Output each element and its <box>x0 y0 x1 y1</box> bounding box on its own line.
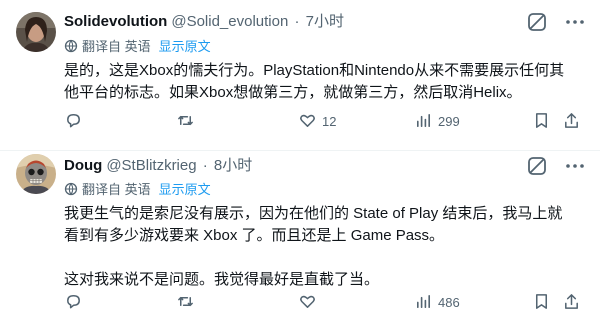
grok-icon[interactable] <box>526 155 548 177</box>
tweet-text: 是的，这是Xbox的懦夫行为。PlayStation和Nintendo从来不需要… <box>64 60 574 104</box>
translation-bar: 翻译自 英语 显示原文 <box>64 38 211 56</box>
share-icon <box>565 113 578 128</box>
show-original-link[interactable]: 显示原文 <box>159 182 211 197</box>
translate-icon <box>64 39 78 53</box>
action-bar: 12 299 <box>64 110 584 134</box>
tweet-text-line: 这对我来说不是问题。我觉得最好是直截了当。 <box>64 271 380 288</box>
more-icon[interactable] <box>564 155 586 177</box>
author-name[interactable]: Solidevolution <box>64 13 167 30</box>
views-count: 486 <box>438 295 460 310</box>
more-icon[interactable] <box>564 11 586 33</box>
retweet-button[interactable] <box>176 110 200 134</box>
translate-icon <box>64 182 78 196</box>
timestamp[interactable]: 7小时 <box>306 13 344 30</box>
tweet-header: Doug @StBlitzkrieg · 8小时 <box>64 156 252 176</box>
views-button[interactable]: 299 <box>414 110 460 134</box>
bookmark-icon <box>535 113 548 128</box>
translation-bar: 翻译自 英语 显示原文 <box>64 181 211 199</box>
retweet-icon <box>178 115 193 126</box>
author-handle[interactable]: @StBlitzkrieg <box>106 157 196 174</box>
share-button[interactable] <box>562 291 581 315</box>
retweet-icon <box>178 296 193 307</box>
retweet-button[interactable] <box>176 291 200 315</box>
tweet-header: Solidevolution @Solid_evolution · 7小时 <box>64 12 344 32</box>
tweet[interactable]: Doug @StBlitzkrieg · 8小时 翻译自 英语 显示原文 我更生气的… <box>0 150 600 327</box>
author-handle[interactable]: @Solid_evolution <box>171 13 288 30</box>
tweet[interactable]: Solidevolution @Solid_evolution · 7小时 翻译自… <box>0 0 600 151</box>
share-button[interactable] <box>562 110 581 134</box>
like-icon <box>300 295 315 308</box>
action-bar: 486 <box>64 291 584 315</box>
views-icon <box>416 294 431 309</box>
share-icon <box>565 294 578 309</box>
like-icon <box>300 114 315 127</box>
tweet-text-line: 我更生气的是索尼没有展示，因为在他们的 State of Play 结束后，我马… <box>64 205 563 244</box>
bookmark-button[interactable] <box>532 291 551 315</box>
reply-button[interactable] <box>64 291 88 315</box>
translated-from-label: 翻译自 英语 <box>82 182 151 197</box>
grok-icon[interactable] <box>526 11 548 33</box>
tweet-text-line: 是的，这是Xbox的懦夫行为。PlayStation和Nintendo从来不需要… <box>64 62 565 101</box>
header-actions <box>526 11 586 33</box>
views-button[interactable]: 486 <box>414 291 460 315</box>
show-original-link[interactable]: 显示原文 <box>159 39 211 54</box>
tweet-text: 我更生气的是索尼没有展示，因为在他们的 State of Play 结束后，我马… <box>64 203 574 291</box>
reply-icon <box>67 114 80 128</box>
translated-from-label: 翻译自 英语 <box>82 39 151 54</box>
reply-icon <box>67 295 80 309</box>
like-button[interactable] <box>298 291 322 315</box>
avatar[interactable] <box>16 154 56 194</box>
bookmark-icon <box>535 294 548 309</box>
views-icon <box>416 113 431 128</box>
views-count: 299 <box>438 114 460 129</box>
separator: · <box>294 13 300 30</box>
separator: · <box>202 157 208 174</box>
reply-button[interactable] <box>64 110 88 134</box>
timestamp[interactable]: 8小时 <box>214 157 252 174</box>
like-button[interactable]: 12 <box>298 110 336 134</box>
header-actions <box>526 155 586 177</box>
like-count: 12 <box>322 114 337 129</box>
avatar[interactable] <box>16 12 56 52</box>
bookmark-button[interactable] <box>532 110 551 134</box>
author-name[interactable]: Doug <box>64 157 102 174</box>
